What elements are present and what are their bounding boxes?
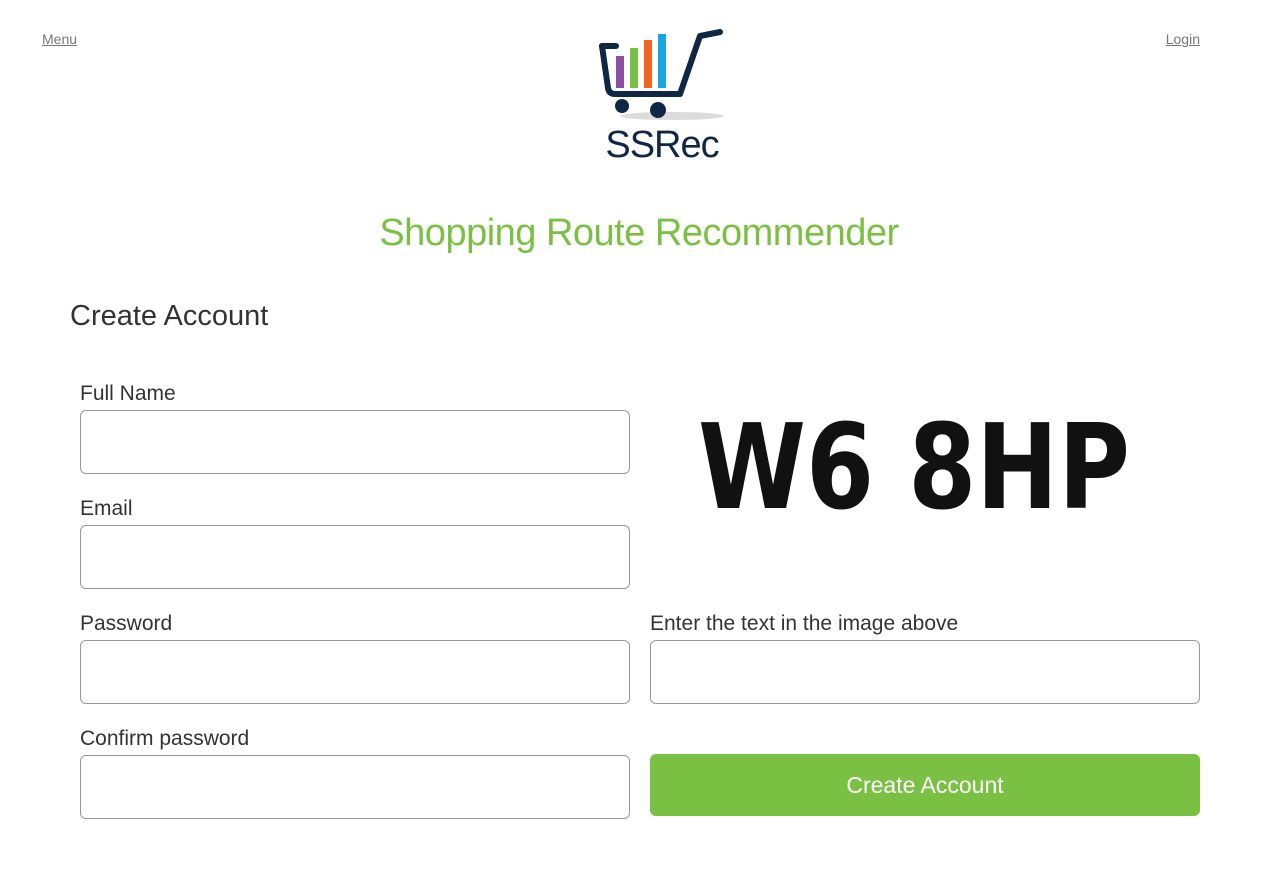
- confirm-password-label: Confirm password: [80, 727, 250, 750]
- site-subtitle: Shopping Route Recommender: [379, 212, 899, 254]
- menu-link[interactable]: Menu: [42, 31, 77, 47]
- password-label: Password: [80, 612, 173, 635]
- logo-text: SSRec: [605, 124, 719, 166]
- captcha-image: W6 8HP: [698, 400, 1130, 536]
- email-label: Email: [80, 497, 133, 520]
- full-name-input[interactable]: [80, 410, 630, 474]
- captcha-text: W6 8HP: [698, 400, 1130, 536]
- page-title: Create Account: [70, 300, 269, 332]
- captcha-label: Enter the text in the image above: [650, 612, 959, 635]
- password-input[interactable]: [80, 640, 630, 704]
- captcha-input[interactable]: [650, 640, 1200, 704]
- shopping-cart-icon: [599, 29, 724, 120]
- confirm-password-input[interactable]: [80, 755, 630, 819]
- full-name-label: Full Name: [80, 382, 176, 405]
- email-input[interactable]: [80, 525, 630, 589]
- create-account-button[interactable]: Create Account: [650, 754, 1200, 816]
- logo: SSRec: [596, 28, 728, 168]
- login-link[interactable]: Login: [1166, 31, 1200, 47]
- create-account-page: Menu Login SSRec Shopping Route Recommen…: [0, 0, 1278, 875]
